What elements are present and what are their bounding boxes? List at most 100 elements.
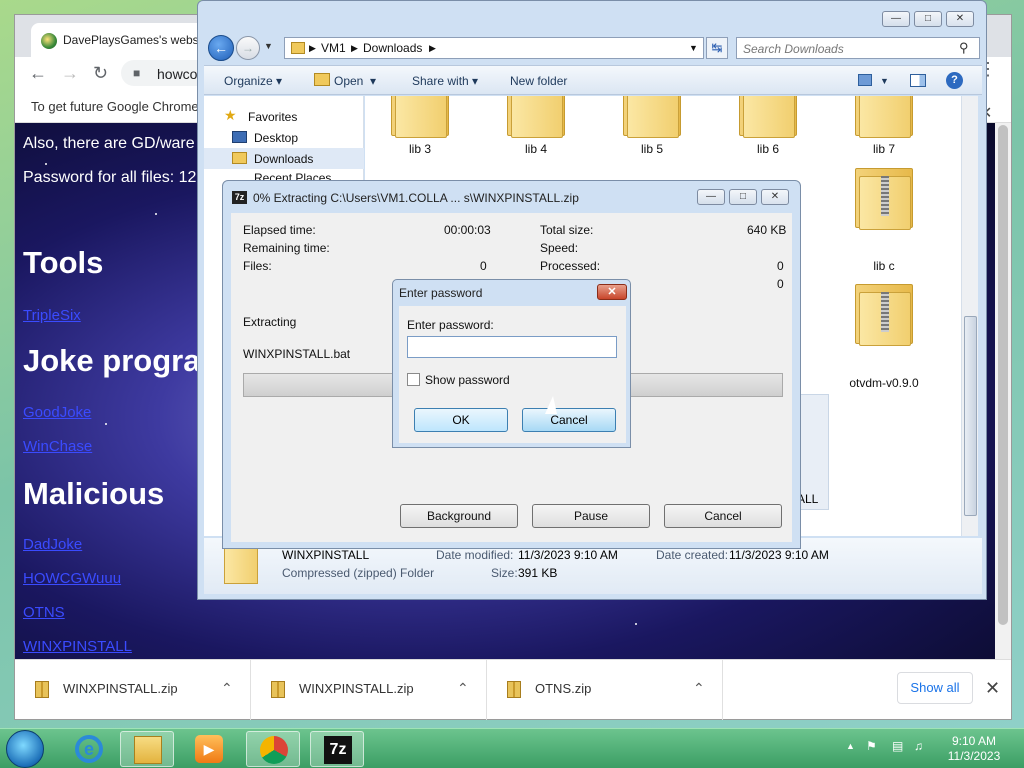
internet-explorer-icon: e [75, 735, 103, 763]
network-icon[interactable]: ▤ [892, 739, 903, 753]
star-icon: ★ [224, 107, 237, 123]
taskbar-seven-zip[interactable]: 7z [310, 731, 364, 767]
start-button[interactable] [6, 730, 44, 768]
omnibox-url: howco [157, 66, 198, 82]
forward-icon[interactable]: → [236, 36, 260, 60]
preview-pane-icon[interactable] [910, 74, 926, 87]
nav-downloads[interactable]: Downloads [204, 148, 364, 169]
desktop-icon [232, 131, 247, 143]
folder-item-icon[interactable] [617, 96, 687, 140]
zip-folder-icon[interactable] [849, 162, 919, 232]
page-text-line: Also, there are GD/ware [23, 135, 195, 152]
download-item[interactable]: WINXPINSTALL.zip ⌃ [15, 660, 251, 720]
clock[interactable]: 9:10 AM 11/3/2023 [936, 734, 1012, 764]
zip-file-icon [507, 681, 521, 698]
scrollbar-thumb[interactable] [964, 316, 977, 516]
download-item[interactable]: OTNS.zip ⌃ [487, 660, 723, 720]
tab-title: DavePlaysGames's website [63, 33, 212, 47]
breadcrumb-vm1[interactable]: VM1 [321, 41, 346, 55]
file-list-scrollbar[interactable] [961, 96, 978, 536]
address-dropdown-icon[interactable]: ▼ [689, 43, 698, 53]
download-shelf-close-icon[interactable]: ✕ [985, 678, 1000, 699]
close-button[interactable]: ✕ [946, 11, 974, 27]
taskbar-file-explorer[interactable] [120, 731, 174, 767]
cancel-extract-button[interactable]: Cancel [664, 504, 782, 528]
back-icon[interactable]: ← [208, 35, 234, 61]
page-scrollbar[interactable] [995, 123, 1011, 659]
download-item[interactable]: WINXPINSTALL.zip ⌃ [251, 660, 487, 720]
download-filename: WINXPINSTALL.zip [63, 681, 178, 696]
organize-menu[interactable]: Organize ▾ [224, 74, 282, 88]
forward-arrow-icon[interactable]: → [61, 64, 79, 82]
password-input[interactable] [407, 336, 617, 358]
folder-icon [134, 736, 162, 764]
site-favicon-icon [41, 33, 57, 49]
view-dropdown-icon[interactable]: ▼ [880, 76, 889, 86]
link-otns[interactable]: OTNS [23, 604, 65, 621]
heading-joke-programs: Joke progra [23, 343, 201, 378]
minimize-button[interactable]: — [882, 11, 910, 27]
organize-label: Organize [224, 74, 273, 88]
link-goodjoke[interactable]: GoodJoke [23, 404, 91, 421]
link-triplesix[interactable]: TripleSix [23, 307, 81, 324]
link-howcgwuuu[interactable]: HOWCGWuuu [23, 570, 121, 587]
folder-item-icon[interactable] [501, 96, 571, 140]
seven-zip-icon: 7z [232, 191, 247, 204]
download-shelf: WINXPINSTALL.zip ⌃ WINXPINSTALL.zip ⌃ OT… [15, 659, 1011, 720]
current-file: WINXPINSTALL.bat [243, 347, 351, 361]
link-winxpinstall[interactable]: WINXPINSTALL [23, 638, 132, 655]
back-arrow-icon[interactable]: ← [29, 64, 47, 82]
taskbar-internet-explorer[interactable]: e [62, 731, 116, 767]
action-center-icon[interactable]: ⚑ [866, 739, 877, 753]
show-password-checkbox[interactable] [407, 373, 420, 386]
refresh-icon[interactable]: ↹ [706, 37, 728, 59]
open-menu[interactable]: Open ▾ [334, 74, 376, 88]
close-button[interactable]: ✕ [597, 284, 627, 300]
folder-item-icon[interactable] [385, 96, 455, 140]
password-label: Enter password: [407, 318, 494, 332]
show-hidden-icons-icon[interactable]: ▲ [846, 741, 855, 751]
heading-malicious: Malicious [23, 476, 165, 511]
chevron-up-icon[interactable]: ⌃ [693, 680, 705, 697]
minimize-button[interactable]: — [697, 189, 725, 205]
cancel-button[interactable]: Cancel [522, 408, 616, 432]
folder-item-icon[interactable] [849, 96, 919, 140]
view-icon[interactable] [858, 74, 872, 86]
taskbar-media-player[interactable]: ▶ [182, 731, 236, 767]
reload-icon[interactable]: ↻ [93, 64, 108, 82]
background-button[interactable]: Background [400, 504, 518, 528]
chevron-up-icon[interactable]: ⌃ [457, 680, 469, 697]
detail-created-label: Date created: [656, 548, 729, 562]
new-folder-button[interactable]: New folder [510, 74, 567, 88]
total-size-label: Total size: [540, 223, 594, 237]
taskbar-chrome[interactable] [246, 731, 300, 767]
nav-favorites[interactable]: ★ Favorites [204, 106, 364, 127]
nav-label: Favorites [248, 110, 298, 124]
zip-file-icon [35, 681, 49, 698]
extra-value: 0 [777, 277, 784, 291]
page-scrollbar-thumb[interactable] [998, 125, 1008, 625]
show-all-button[interactable]: Show all [897, 672, 973, 704]
folder-item-icon[interactable] [733, 96, 803, 140]
close-button[interactable]: ✕ [761, 189, 789, 205]
pause-button[interactable]: Pause [532, 504, 650, 528]
nav-desktop[interactable]: Desktop [204, 127, 364, 148]
address-bar[interactable]: ▶ VM1 ▶ Downloads ▶ ▼ [284, 37, 704, 59]
maximize-button[interactable]: □ [914, 11, 942, 27]
link-dadjoke[interactable]: DadJoke [23, 536, 82, 553]
search-icon: ⚲ [959, 40, 969, 55]
help-icon[interactable]: ? [946, 72, 963, 89]
link-winchase[interactable]: WinChase [23, 438, 92, 455]
breadcrumb-arrow-icon: ▶ [429, 43, 436, 53]
breadcrumb-downloads[interactable]: Downloads [363, 41, 422, 55]
volume-icon[interactable]: ♫ [914, 739, 923, 753]
zip-folder-icon [224, 548, 258, 584]
chevron-up-icon[interactable]: ⌃ [221, 680, 233, 697]
search-input[interactable]: Search Downloads ⚲ [736, 37, 980, 59]
share-with-menu[interactable]: Share with ▾ [412, 74, 478, 88]
maximize-button[interactable]: □ [729, 189, 757, 205]
processed-label: Processed: [540, 259, 601, 273]
history-dropdown-icon[interactable]: ▼ [264, 41, 273, 51]
ok-button[interactable]: OK [414, 408, 508, 432]
zip-folder-icon[interactable] [849, 278, 919, 348]
